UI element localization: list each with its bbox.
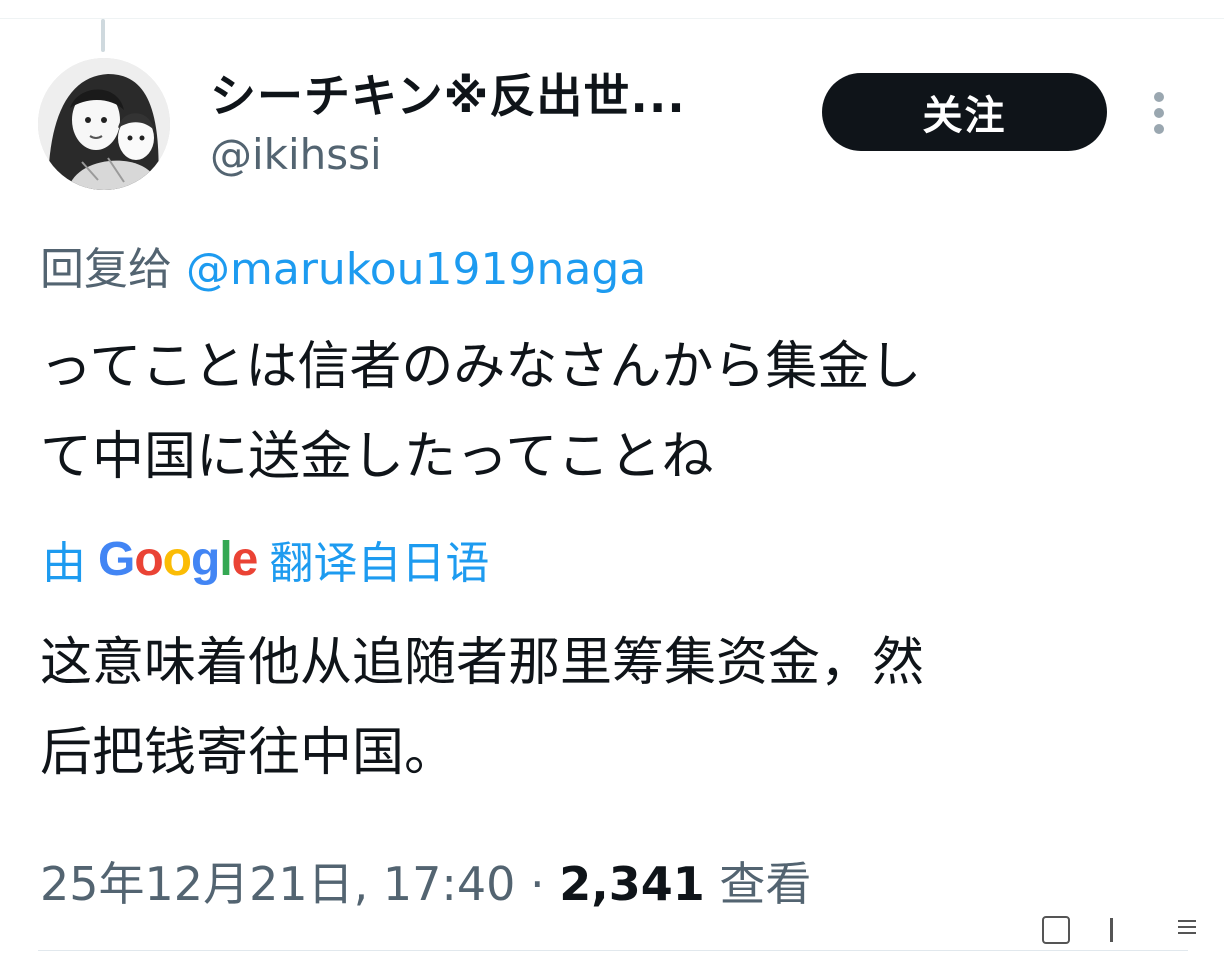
more-dot — [1154, 108, 1164, 118]
more-options-icon[interactable] — [1143, 88, 1175, 138]
tweet-timestamp[interactable]: 25年12月21日, 17:40 · — [40, 857, 559, 911]
display-name[interactable]: シーチキン※反出世... — [210, 60, 686, 126]
user-handle[interactable]: @ikihssi — [210, 130, 382, 179]
watermark-menu-icon — [1178, 920, 1196, 940]
avatar[interactable] — [38, 58, 170, 190]
tweet-meta: 25年12月21日, 17:40 · 2,341 查看 — [40, 848, 811, 914]
translated-text-line: 后把钱寄往中国。 — [40, 723, 457, 783]
translated-text-line: 这意味着他从追随者那里筹集资金，然 — [40, 633, 925, 693]
translated-text: 这意味着他从追随者那里筹集资金，然 后把钱寄往中国。 — [40, 618, 1190, 798]
thread-connector-line — [101, 19, 105, 52]
views-label: 查看 — [719, 857, 812, 911]
reply-prefix: 回复给 — [40, 244, 172, 295]
bottom-divider — [38, 950, 1188, 951]
reply-mention-link[interactable]: @marukou1919naga — [186, 244, 646, 295]
tweet-text-line: て中国に送金したってことね — [40, 427, 714, 487]
avatar-image — [38, 58, 170, 190]
replying-to: 回复给 @marukou1919naga — [40, 233, 646, 297]
translation-suffix: 翻译自日语 — [269, 538, 490, 589]
google-logo: Google — [98, 532, 258, 586]
view-count: 2,341 — [559, 857, 705, 911]
tweet-text: ってことは信者のみなさんから集金し て中国に送金したってことね — [40, 322, 1190, 502]
translation-prefix: 由 — [42, 538, 86, 589]
watermark-bar-icon — [1110, 918, 1113, 942]
watermark-square-icon — [1042, 916, 1070, 944]
tweet-screenshot: シーチキン※反出世... @ikihssi 关注 回复给 @marukou191… — [0, 0, 1224, 973]
follow-button[interactable]: 关注 — [822, 73, 1107, 151]
tweet-text-line: ってことは信者のみなさんから集金し — [40, 337, 922, 397]
top-divider — [0, 18, 1224, 19]
translation-attribution[interactable]: 由 Google 翻译自日语 — [42, 527, 489, 591]
more-dot — [1154, 92, 1164, 102]
more-dot — [1154, 124, 1164, 134]
